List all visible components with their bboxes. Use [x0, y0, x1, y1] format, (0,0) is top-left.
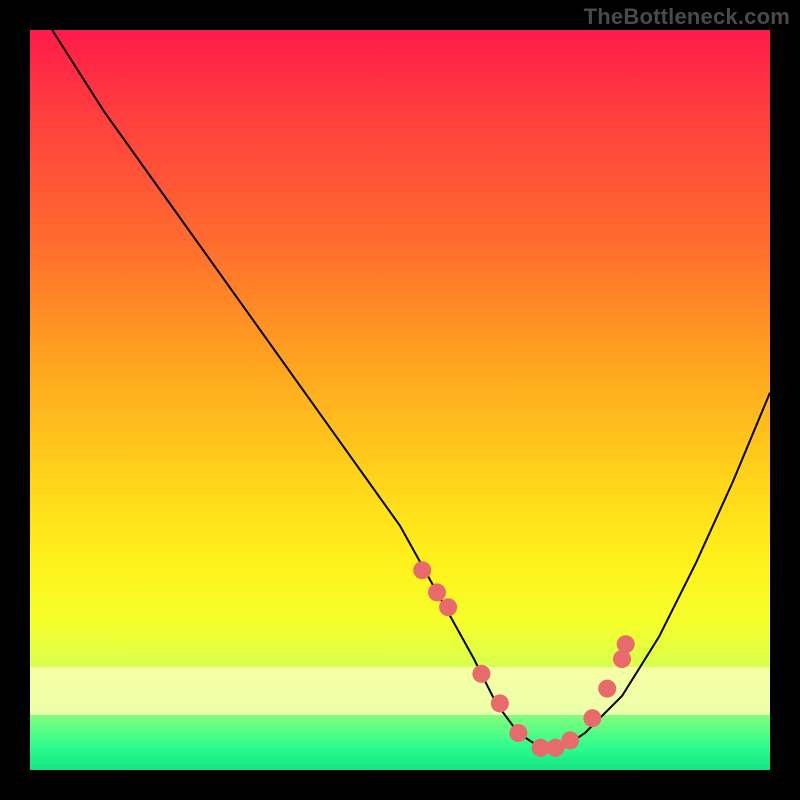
- marker-point: [617, 635, 635, 653]
- watermark-text: TheBottleneck.com: [584, 4, 790, 30]
- chart-svg: [30, 30, 770, 770]
- marker-group: [413, 561, 635, 757]
- marker-point: [491, 694, 509, 712]
- marker-point: [598, 680, 616, 698]
- marker-point: [509, 724, 527, 742]
- marker-point: [561, 731, 579, 749]
- marker-point: [439, 598, 457, 616]
- marker-point: [428, 583, 446, 601]
- plot-area: [30, 30, 770, 770]
- marker-point: [472, 665, 490, 683]
- marker-point: [583, 709, 601, 727]
- marker-point: [413, 561, 431, 579]
- chart-frame: TheBottleneck.com: [0, 0, 800, 800]
- bottleneck-curve: [52, 30, 770, 748]
